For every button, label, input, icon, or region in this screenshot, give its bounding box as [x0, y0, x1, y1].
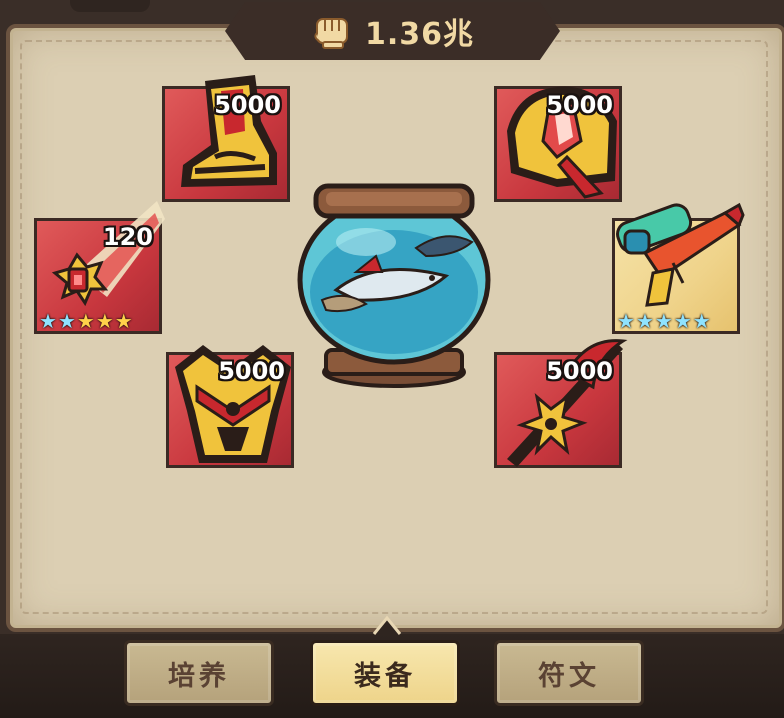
tab-equipment-label: 装备 [354, 660, 416, 692]
star-icon: ★ [39, 309, 57, 333]
boots-icon [181, 75, 277, 187]
chevron-up-icon [372, 615, 402, 635]
water-gun-slot[interactable]: ★ ★ ★ ★ ★ [612, 202, 745, 334]
fish-tank-icon[interactable] [296, 172, 492, 392]
fist-icon [314, 18, 348, 49]
star-icon: ★ [95, 309, 114, 333]
amulet-stars: ★ ★ ★ ★ ★ [39, 311, 133, 331]
chest-armor-icon [175, 345, 291, 463]
star-icon: ★ [673, 309, 692, 333]
shoulder-slot[interactable]: 5000 [494, 86, 622, 202]
power-value: 1.36兆 [364, 17, 475, 52]
tab-runes[interactable]: 符文 [494, 640, 644, 706]
tab-runes-label: 符文 [538, 660, 600, 692]
weapon-slot[interactable]: 5000 [494, 339, 628, 468]
tab-cultivate[interactable]: 培养 [124, 640, 274, 706]
power-banner: 1.36兆 [225, 2, 560, 60]
weapon-level: 5000 [546, 357, 613, 385]
star-icon: ★ [654, 309, 673, 333]
armor-level: 5000 [218, 357, 285, 385]
amulet-level: 120 [102, 223, 153, 251]
boots-slot[interactable]: 5000 [162, 75, 290, 202]
star-icon: ★ [57, 309, 76, 333]
star-icon: ★ [114, 309, 133, 333]
boots-level: 5000 [214, 91, 281, 119]
amulet-slot[interactable]: 120 ★ ★ ★ ★ ★ [34, 201, 165, 334]
tab-cultivate-label: 培养 [168, 660, 230, 692]
water-gun-stars: ★ ★ ★ ★ ★ [617, 311, 711, 331]
star-icon: ★ [635, 309, 654, 333]
armor-slot[interactable]: 5000 [166, 345, 294, 468]
star-icon: ★ [692, 309, 711, 333]
star-icon: ★ [76, 309, 95, 333]
weapon-icon [507, 339, 628, 467]
shoulder-level: 5000 [546, 91, 613, 119]
shoulder-armor-icon [507, 86, 617, 199]
top-tab-fragment[interactable] [70, 0, 150, 12]
tab-equipment[interactable]: 装备 [310, 640, 460, 706]
